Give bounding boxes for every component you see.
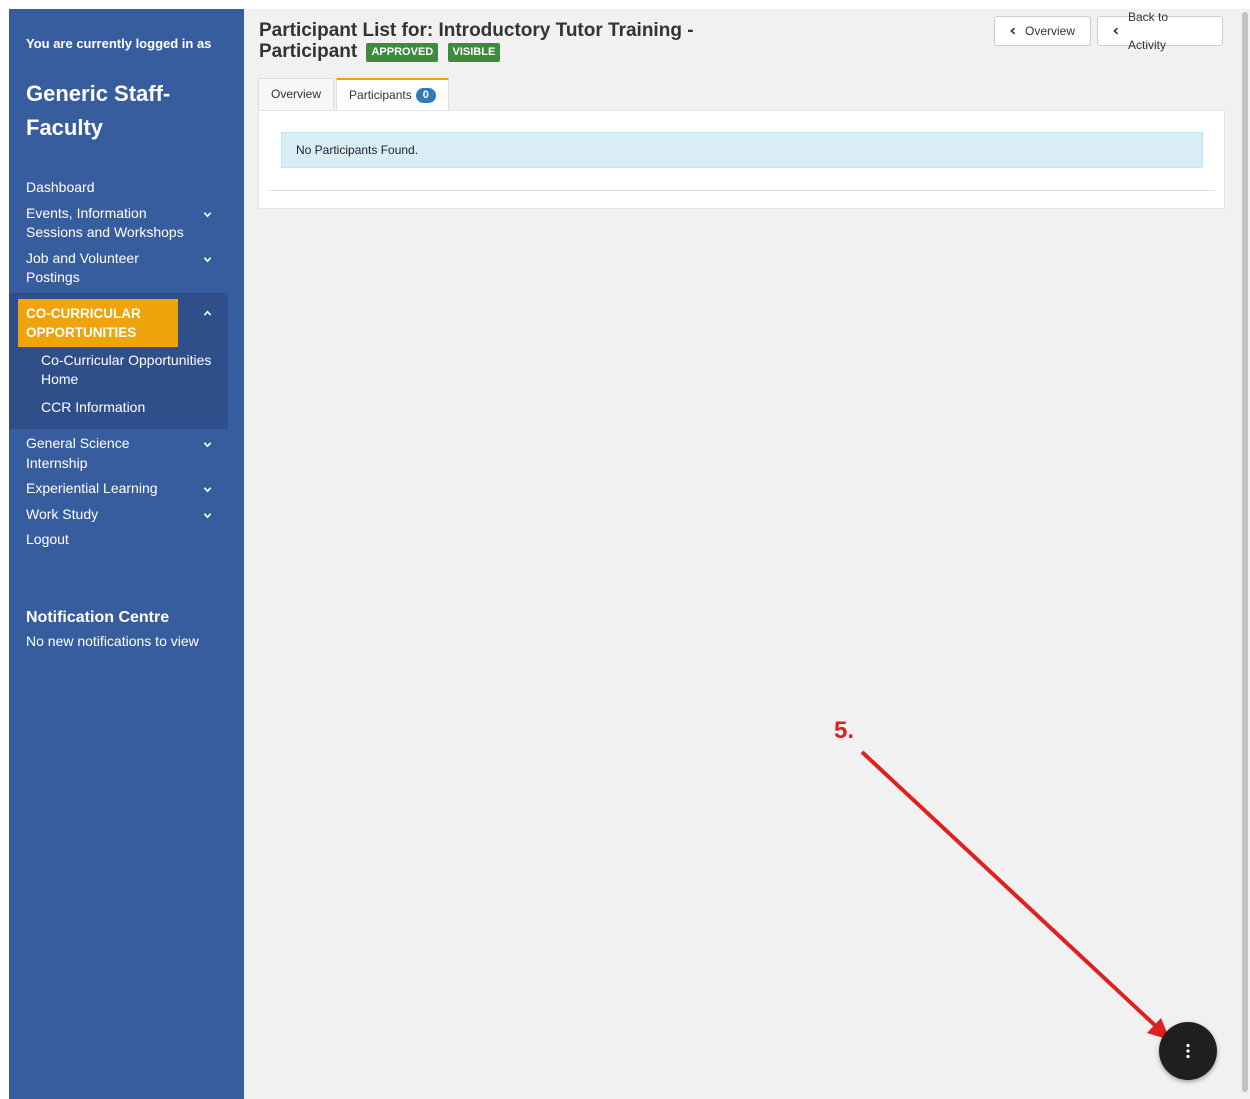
- more-actions-button[interactable]: [1159, 1022, 1217, 1080]
- tab-label: Participants: [349, 88, 412, 102]
- status-badge-approved: APPROVED: [366, 43, 439, 62]
- page-root: You are currently logged in as Generic S…: [0, 0, 1250, 1099]
- sidebar-item-dashboard[interactable]: Dashboard: [9, 175, 228, 201]
- sidebar-item-jobs[interactable]: Job and Volunteer Postings: [9, 246, 228, 291]
- sidebar-nav: Dashboard Events, Information Sessions a…: [9, 175, 228, 553]
- sidebar-item-label: Dashboard: [26, 179, 95, 195]
- sidebar-subitem-cocurricular-home[interactable]: Co-Curricular Opportunities Home: [9, 347, 228, 394]
- participants-count-badge: 0: [415, 88, 436, 103]
- sidebar-item-label: Logout: [26, 531, 69, 547]
- sidebar-item-label: Job and Volunteer Postings: [26, 249, 139, 286]
- chevron-up-icon[interactable]: [203, 305, 212, 316]
- tab-participants[interactable]: Participants 0: [336, 78, 449, 111]
- overview-button-label: Overview: [1025, 24, 1076, 38]
- notification-centre-text: No new notifications to view: [26, 633, 199, 649]
- chevron-down-icon: [203, 255, 212, 264]
- page-title: Participant List for: Introductory Tutor…: [259, 20, 779, 62]
- sidebar-group-cocurricular: CO-CURRICULAR OPPORTUNITIES Co-Curricula…: [9, 292, 228, 429]
- tab-label: Overview: [271, 87, 322, 101]
- sidebar: You are currently logged in as Generic S…: [9, 9, 244, 1099]
- no-participants-alert: No Participants Found.: [281, 132, 1203, 168]
- login-status-label: You are currently logged in as: [26, 36, 212, 51]
- participants-inner-panel: No Participants Found.: [269, 121, 1215, 191]
- sidebar-item-label: Experiential Learning: [26, 480, 158, 496]
- main-content: Participant List for: Introductory Tutor…: [244, 9, 1240, 1099]
- sidebar-item-general-science[interactable]: General Science Internship: [9, 431, 228, 476]
- tab-overview[interactable]: Overview: [258, 78, 335, 110]
- sidebar-item-logout[interactable]: Logout: [9, 527, 228, 553]
- sidebar-item-cocurricular[interactable]: CO-CURRICULAR OPPORTUNITIES: [18, 298, 178, 347]
- sidebar-item-label: Events, Information Sessions and Worksho…: [26, 204, 184, 241]
- back-to-activity-button-label: Back to Activity: [1128, 10, 1169, 52]
- sidebar-item-events[interactable]: Events, Information Sessions and Worksho…: [9, 201, 228, 246]
- chevron-down-icon: [203, 485, 212, 494]
- sidebar-item-label: CCR Information: [41, 398, 146, 415]
- sidebar-subitem-ccr-info[interactable]: CCR Information: [9, 394, 228, 422]
- sidebar-item-label: CO-CURRICULAR OPPORTUNITIES: [26, 305, 141, 340]
- chevron-down-icon: [203, 511, 212, 520]
- sidebar-item-label: Work Study: [26, 505, 99, 522]
- overview-button[interactable]: Overview: [994, 16, 1091, 46]
- chevron-down-icon: [203, 440, 212, 449]
- user-name: Generic Staff-Faculty: [26, 81, 171, 140]
- page-scrollbar-thumb[interactable]: [1242, 12, 1248, 1092]
- back-to-activity-button[interactable]: Back to Activity: [1097, 10, 1223, 52]
- sidebar-item-label: General Science Internship: [26, 435, 130, 471]
- status-badge-visible: VISIBLE: [447, 43, 501, 62]
- vertical-dots-icon: [1186, 1043, 1190, 1059]
- participants-panel: No Participants Found.: [258, 110, 1225, 209]
- chevron-down-icon: [203, 210, 212, 219]
- tab-bar: Overview Participants 0: [258, 78, 451, 111]
- sidebar-item-experiential[interactable]: Experiential Learning: [9, 476, 228, 502]
- chevron-left-icon: [1009, 27, 1017, 35]
- notification-centre-title: Notification Centre: [26, 609, 170, 626]
- sidebar-item-work-study[interactable]: Work Study: [9, 502, 228, 528]
- sidebar-item-label: Co-Curricular Opportunities Home: [41, 351, 212, 388]
- chevron-left-icon: [1112, 27, 1120, 35]
- annotation-step-label: 5.: [834, 717, 855, 744]
